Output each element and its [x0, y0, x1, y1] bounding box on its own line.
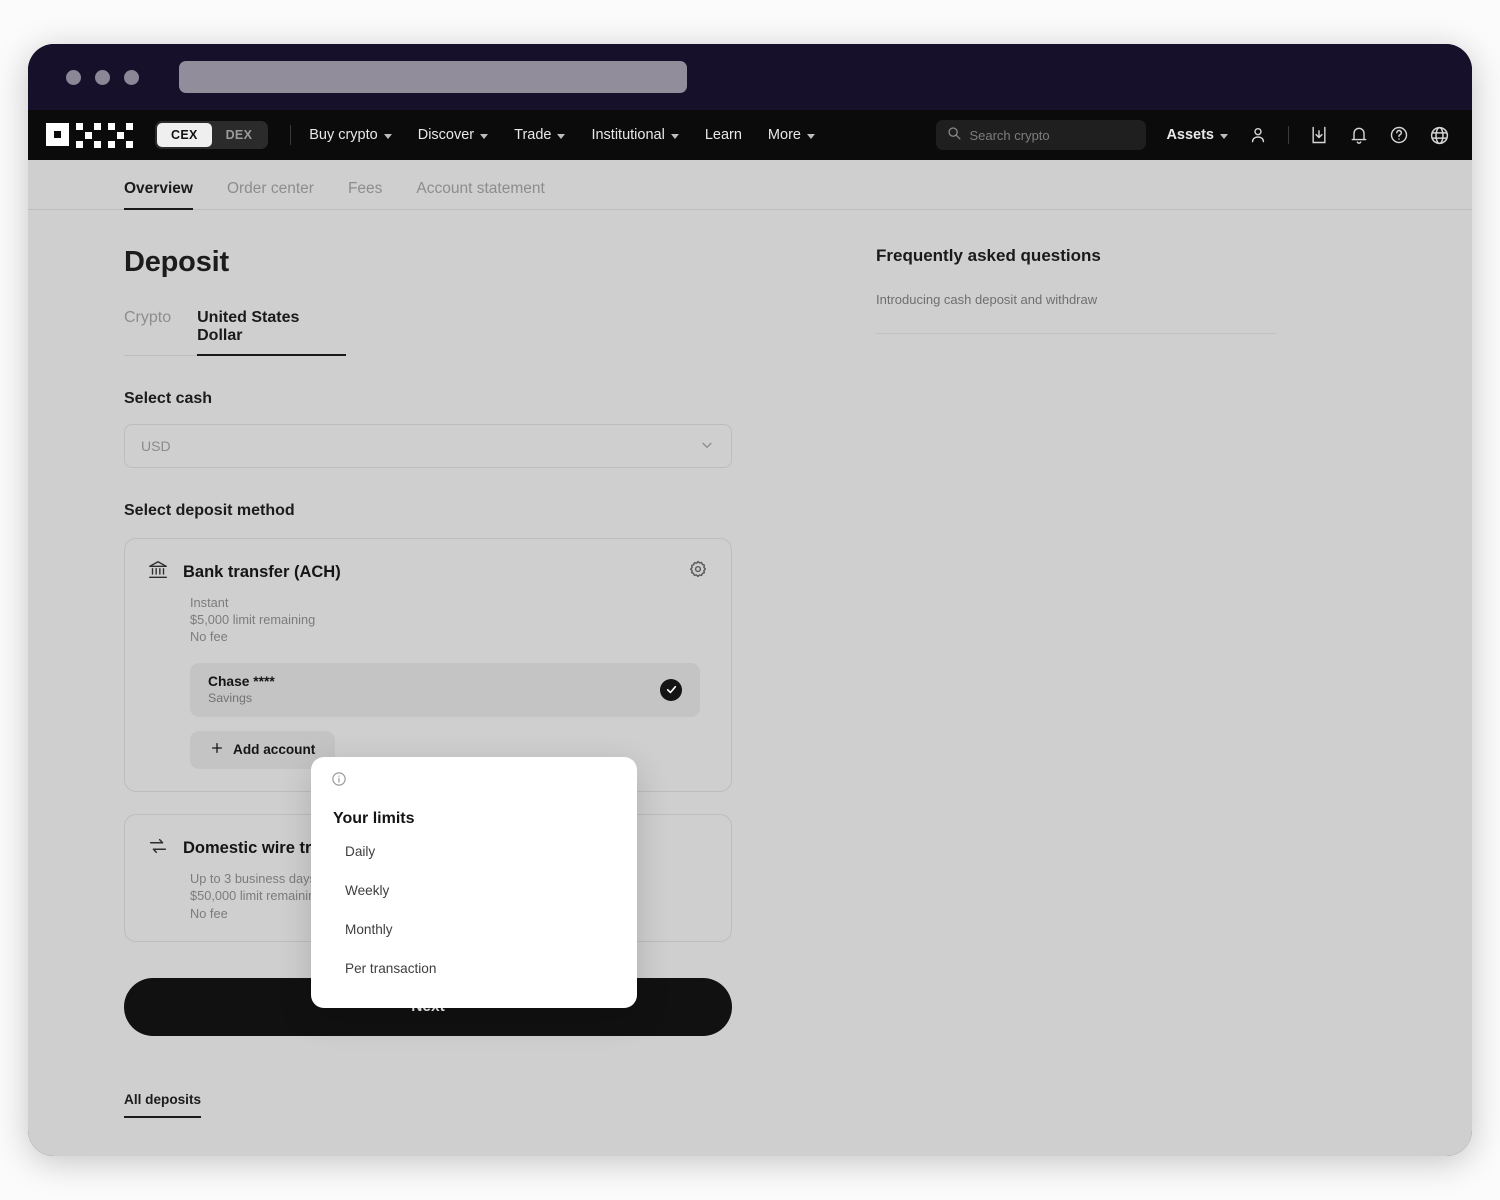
tab-crypto[interactable]: Crypto [124, 309, 171, 355]
bank-icon [147, 559, 169, 586]
nav-divider [1288, 126, 1289, 144]
segment-cex[interactable]: CEX [157, 123, 212, 147]
search-input[interactable] [969, 127, 1136, 143]
method-limit: $5,000 limit remaining [190, 611, 316, 627]
nav-links: Buy crypto Discover Trade Institutional … [309, 127, 815, 143]
faq-panel: Frequently asked questions Introducing c… [876, 246, 1276, 334]
tab-fees[interactable]: Fees [348, 180, 382, 209]
info-icon [331, 771, 637, 792]
chevron-down-icon [699, 437, 715, 456]
method-header: Bank transfer (ACH) [147, 559, 709, 586]
plus-icon [210, 741, 224, 758]
limit-row-daily: Daily [345, 844, 376, 859]
currency-select-value: USD [141, 438, 171, 454]
search-box[interactable] [936, 120, 1147, 150]
nav-item-more[interactable]: More [768, 127, 815, 143]
nav-item-buy-crypto[interactable]: Buy crypto [309, 127, 392, 143]
chevron-down-icon [383, 133, 392, 139]
method-speed: Instant [190, 595, 229, 610]
browser-titlebar [28, 44, 1472, 110]
nav-item-label: Learn [704, 127, 742, 143]
download-icon[interactable] [1309, 125, 1329, 145]
help-icon[interactable] [1389, 125, 1409, 145]
cex-dex-toggle[interactable]: CEX DEX [155, 121, 269, 149]
chevron-down-icon [480, 133, 489, 139]
page-body: Overview Order center Fees Account state… [28, 160, 1472, 1156]
nav-item-label: Discover [417, 127, 475, 143]
faq-item[interactable]: Introducing cash deposit and withdraw [876, 292, 1276, 334]
nav-item-label: Buy crypto [309, 127, 378, 143]
gear-icon[interactable] [687, 559, 709, 586]
tab-account-statement[interactable]: Account statement [416, 180, 544, 209]
limits-title: Your limits [333, 810, 415, 827]
limits-popover: Your limits Daily Weekly Monthly Per tra… [311, 757, 637, 1008]
select-cash-label: Select cash [124, 390, 213, 407]
deposit-method-card-ach[interactable]: Bank transfer (ACH) Instant $5,000 limit… [124, 538, 732, 792]
wire-transfer-icon [147, 835, 169, 862]
nav-item-institutional[interactable]: Institutional [591, 127, 679, 143]
address-bar[interactable] [179, 61, 687, 93]
bell-icon[interactable] [1349, 125, 1369, 145]
nav-item-label: Trade [514, 127, 552, 143]
chevron-down-icon [557, 133, 566, 139]
all-deposits-tab[interactable]: All deposits [124, 1092, 202, 1119]
select-deposit-method-label: Select deposit method [124, 502, 295, 519]
faq-title: Frequently asked questions [876, 246, 1101, 265]
limits-panel: Your limits Daily Weekly Monthly Per tra… [321, 800, 627, 996]
content-area: Deposit Crypto United States Dollar Sele… [28, 210, 1472, 1156]
okx-logo[interactable] [46, 122, 133, 148]
account-info: Chase **** Savings [208, 674, 275, 705]
search-icon [947, 126, 961, 145]
currency-select[interactable]: USD [124, 424, 732, 468]
method-title: Bank transfer (ACH) [183, 563, 341, 581]
user-icon[interactable] [1248, 125, 1268, 145]
currency-tabs: Crypto United States Dollar [124, 309, 346, 356]
selected-check-icon [660, 678, 682, 701]
chevron-down-icon [1220, 133, 1228, 139]
globe-icon[interactable] [1429, 125, 1450, 146]
linked-account-row[interactable]: Chase **** Savings [190, 662, 700, 717]
window-maximize-button[interactable] [124, 69, 139, 85]
window-close-button[interactable] [66, 69, 81, 85]
browser-window: CEX DEX Buy crypto Discover Trade Instit… [28, 44, 1472, 1156]
assets-label: Assets [1166, 127, 1214, 143]
account-name: Chase **** [208, 674, 275, 690]
global-navbar: CEX DEX Buy crypto Discover Trade Instit… [28, 110, 1472, 160]
tab-united-states-dollar[interactable]: United States Dollar [197, 309, 346, 356]
assets-menu[interactable]: Assets [1166, 127, 1228, 143]
nav-divider [290, 125, 292, 145]
navbar-right: Assets [936, 120, 1450, 150]
add-account-label: Add account [233, 742, 316, 758]
nav-item-label: Institutional [591, 127, 665, 143]
segment-dex[interactable]: DEX [212, 123, 267, 147]
method-fee: No fee [190, 628, 228, 644]
method-details: Instant $5,000 limit remaining No fee [190, 595, 709, 646]
window-minimize-button[interactable] [95, 69, 110, 85]
limit-row-monthly: Monthly [345, 922, 393, 937]
account-subnav: Overview Order center Fees Account state… [28, 160, 1472, 210]
limit-row-weekly: Weekly [345, 883, 390, 898]
tab-order-center[interactable]: Order center [227, 180, 314, 209]
method-limit: $50,000 limit remaining [190, 887, 323, 903]
limit-row-per-transaction: Per transaction [345, 961, 437, 976]
nav-item-discover[interactable]: Discover [417, 127, 489, 143]
nav-item-trade[interactable]: Trade [514, 127, 566, 143]
tab-overview[interactable]: Overview [124, 180, 193, 210]
account-type: Savings [208, 691, 253, 706]
chevron-down-icon [806, 133, 815, 139]
chevron-down-icon [670, 133, 679, 139]
nav-item-label: More [767, 127, 801, 143]
nav-item-learn[interactable]: Learn [705, 127, 742, 143]
